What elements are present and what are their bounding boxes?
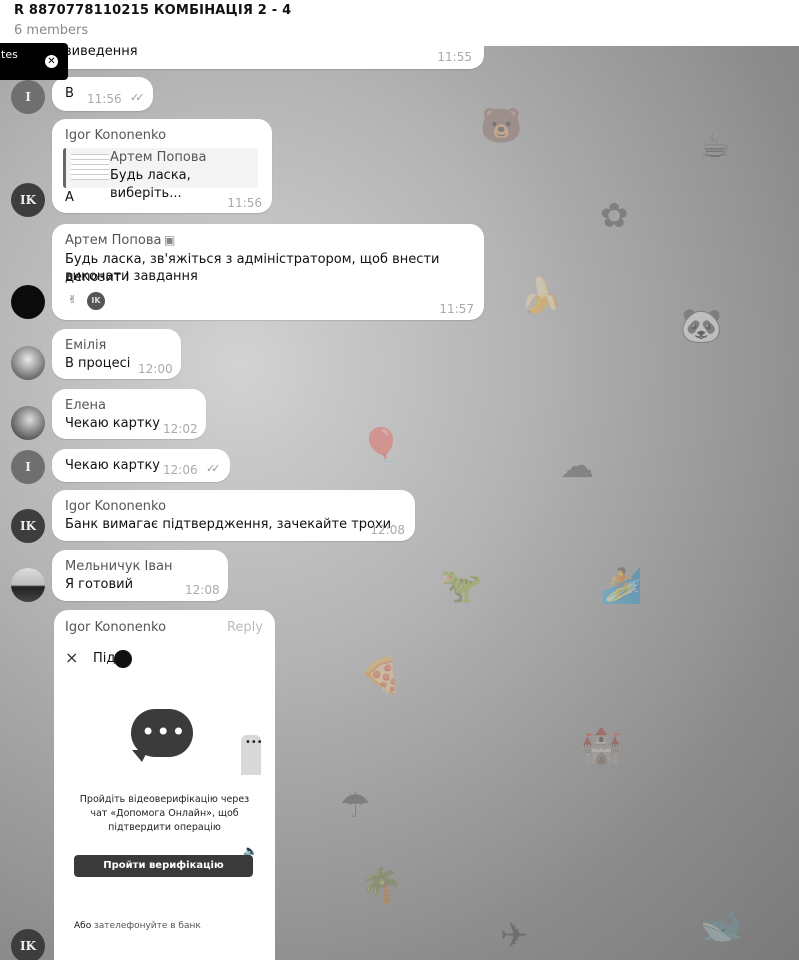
- reply-label[interactable]: Reply: [227, 620, 263, 635]
- message-time: 12:00: [138, 362, 173, 376]
- cursor-icon: [114, 650, 132, 668]
- message-time: 11:55: [437, 50, 472, 64]
- message-text: виконати завдання: [65, 269, 198, 284]
- avatar[interactable]: [11, 406, 45, 440]
- message-bubble[interactable]: Артем Попова ▣ Будь ласка, зв'яжіться з …: [52, 224, 484, 320]
- message-text: Я готовий: [65, 577, 134, 592]
- doodle-icon: 🍌: [520, 276, 563, 316]
- doodle-palm-icon: 🌴: [360, 866, 403, 906]
- avatar[interactable]: [11, 346, 45, 380]
- screenshot-media[interactable]: × Під ••• ••• Пройдіть відеоверифікацію …: [54, 644, 275, 960]
- verification-prompt: Пройдіть відеоверифікацію через чат «Доп…: [79, 794, 250, 833]
- doodle-icon: ✈: [500, 916, 529, 956]
- sender-name: Артем Попова: [65, 233, 162, 248]
- more-icon: •••: [245, 737, 263, 748]
- sender-name: Елена: [65, 398, 106, 413]
- message-time: 12:02: [163, 422, 198, 436]
- read-checkmarks-icon: ✓✓: [130, 91, 145, 104]
- avatar[interactable]: IK: [11, 183, 45, 217]
- alt-prefix: Або: [74, 921, 92, 931]
- dots-icon: •••: [141, 718, 187, 746]
- side-panel-icon: •••: [241, 735, 263, 775]
- reaction-avatar: IK: [87, 292, 105, 310]
- sender-name: Емілія: [65, 338, 107, 353]
- admin-badge-icon: ▣: [164, 233, 176, 247]
- message-text: А: [65, 190, 74, 205]
- avatar[interactable]: IK: [11, 509, 45, 543]
- message-time: 11:56: [87, 92, 122, 106]
- message-time: 11:57: [439, 302, 474, 316]
- avatar[interactable]: [11, 285, 45, 319]
- doodle-umbrella-icon: ☂: [340, 786, 371, 826]
- doodle-icon: 🐼: [680, 306, 723, 346]
- message-text: Чекаю картку: [65, 458, 160, 473]
- sender-name: Igor Kononenko: [65, 620, 167, 635]
- toast-text: tes: [1, 48, 18, 61]
- message-bubble[interactable]: Igor Kononenko Банк вимагає підтвердженн…: [52, 490, 415, 541]
- doodle-icon: ☕: [700, 126, 731, 166]
- doodle-icon: ☁: [560, 446, 594, 486]
- message-bubble[interactable]: Igor Kononenko Артем Попова Будь ласка, …: [52, 119, 272, 213]
- doodle-castle-icon: 🏰: [580, 726, 623, 766]
- message-time: 12:08: [370, 523, 405, 537]
- message-text: В процесі: [65, 356, 131, 371]
- chat-title: R 8870778110215 КОМБІНАЦІЯ 2 - 4: [14, 3, 292, 18]
- reply-thumbnail: [71, 154, 109, 180]
- chat-header[interactable]: R 8870778110215 КОМБІНАЦІЯ 2 - 4 6 membe…: [0, 0, 799, 46]
- close-icon: ×: [65, 648, 79, 667]
- sender-name: Igor Kononenko: [65, 499, 167, 514]
- doodle-dino-icon: 🦖: [440, 566, 483, 606]
- sender-name: Igor Kononenko: [65, 128, 167, 143]
- avatar[interactable]: I: [11, 450, 45, 484]
- read-checkmarks-icon: ✓✓: [206, 462, 221, 475]
- message-time: 11:56: [227, 196, 262, 210]
- avatar[interactable]: [11, 568, 45, 602]
- doodle-bear-icon: 🐻: [480, 106, 523, 146]
- doodle-whale-icon: 🐋: [700, 906, 743, 946]
- message-bubble[interactable]: Елена Чекаю картку 12:02: [52, 389, 206, 439]
- message-text: В: [65, 86, 74, 101]
- message-bubble[interactable]: Емілія В процесі 12:00: [52, 329, 181, 379]
- toast-close-icon[interactable]: ✕: [45, 55, 58, 68]
- call-bank-link[interactable]: зателефонуйте в банк: [94, 921, 201, 931]
- reply-preview[interactable]: Артем Попова Будь ласка, виберіть...: [63, 148, 258, 201]
- doodle-icon: 🏄: [600, 566, 643, 606]
- message-bubble[interactable]: В 11:56 ✓✓: [52, 77, 153, 111]
- message-time: 12:06: [163, 463, 198, 477]
- sender-name: Мельничук Іван: [65, 559, 173, 574]
- avatar[interactable]: I: [11, 80, 45, 114]
- reaction-icon[interactable]: ✌: [68, 293, 77, 306]
- search-text: Під: [93, 651, 116, 666]
- message-bubble[interactable]: Мельничук Іван Я готовий 12:08: [52, 550, 228, 601]
- members-count: 6 members: [14, 23, 89, 38]
- verify-button[interactable]: Пройти верифікацію: [74, 855, 253, 877]
- toast-notification: tes ✕: [0, 43, 68, 80]
- doodle-icon: ✿: [600, 196, 629, 236]
- message-time: 12:08: [185, 583, 220, 597]
- message-text: Банк вимагає підтвердження, зачекайте тр…: [65, 517, 392, 532]
- message-bubble[interactable]: Чекаю картку 12:06 ✓✓: [52, 449, 230, 482]
- avatar[interactable]: IK: [11, 929, 45, 960]
- doodle-balloon-icon: 🎈: [360, 426, 403, 466]
- reply-sender: Артем Попова: [110, 150, 207, 165]
- message-text: Чекаю картку: [65, 416, 160, 431]
- chat-bubble-tail: [132, 750, 148, 762]
- doodle-icon: 🍕: [360, 656, 403, 696]
